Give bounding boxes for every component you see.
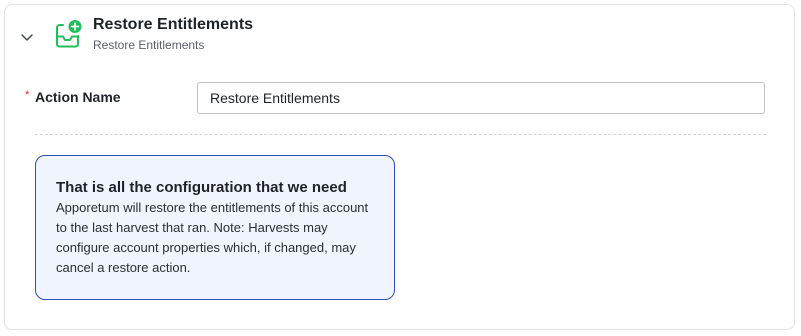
required-marker: *: [25, 89, 30, 101]
info-callout: That is all the configuration that we ne…: [35, 155, 395, 300]
info-body: Apporetum will restore the entitlements …: [56, 200, 369, 275]
page-subtitle: Restore Entitlements: [93, 38, 205, 52]
page-title: Restore Entitlements: [93, 16, 254, 33]
chevron-down-icon[interactable]: [19, 29, 35, 45]
action-name-input[interactable]: [197, 82, 765, 114]
info-title: That is all the configuration that we ne…: [56, 179, 347, 196]
tray-plus-icon: [56, 20, 82, 48]
section-divider: [35, 134, 766, 135]
restore-entitlements-card: Restore Entitlements Restore Entitlement…: [4, 4, 795, 330]
action-name-label: Action Name: [35, 89, 121, 105]
